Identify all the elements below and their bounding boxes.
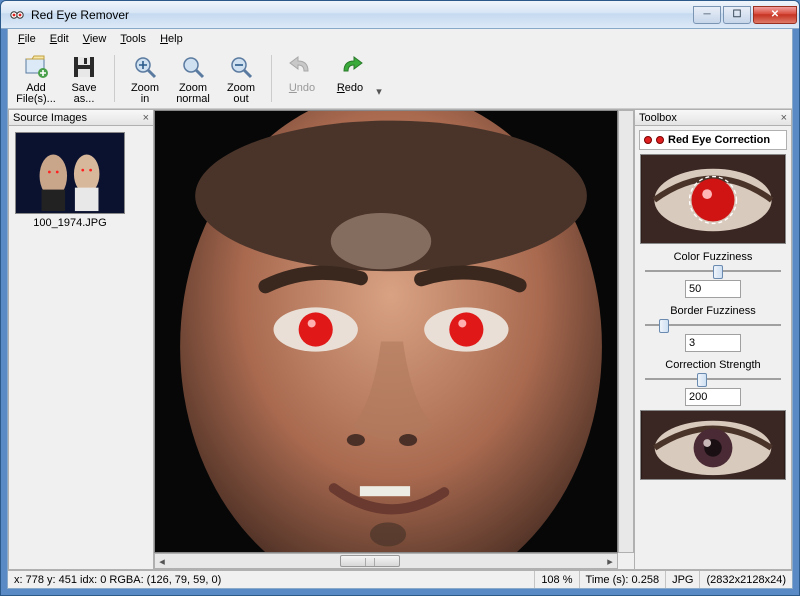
color-fuzziness-label: Color Fuzziness (639, 251, 787, 263)
toolbox-label: Toolbox (639, 112, 677, 124)
toolbox-panel: Toolbox × Red Eye Correction (634, 109, 792, 570)
horizontal-scrollbar[interactable]: ◂ ▸ (154, 553, 618, 569)
correction-strength-param: Correction Strength (639, 356, 787, 406)
statusbar: x: 778 y: 451 idx: 0 RGBA: (126, 79, 59,… (8, 570, 792, 588)
border-fuzziness-slider[interactable] (645, 318, 781, 332)
close-panel-icon[interactable]: × (143, 112, 149, 124)
thumbnail-filename: 100_1974.JPG (15, 217, 125, 229)
tool-header[interactable]: Red Eye Correction (639, 130, 787, 150)
close-button[interactable]: ✕ (753, 6, 797, 24)
redo-icon (336, 53, 364, 81)
zoom-out-label: Zoom out (227, 83, 255, 105)
status-cursor: x: 778 y: 451 idx: 0 RGBA: (126, 79, 59,… (8, 571, 534, 588)
border-fuzziness-label: Border Fuzziness (639, 305, 787, 317)
color-fuzziness-input[interactable] (685, 280, 741, 298)
status-format: JPG (665, 571, 699, 588)
border-fuzziness-input[interactable] (685, 334, 741, 352)
zoom-in-icon (131, 53, 159, 81)
correction-strength-slider[interactable] (645, 372, 781, 386)
thumbnail-image (15, 132, 125, 214)
zoom-normal-icon (179, 53, 207, 81)
toolbox-title: Toolbox × (635, 110, 791, 126)
save-as-label: Save as... (71, 83, 96, 105)
scroll-right-icon[interactable]: ▸ (603, 554, 617, 568)
add-files-label: Add File(s)... (16, 83, 56, 105)
app-icon (9, 7, 25, 23)
undo-label: Undo (289, 83, 315, 94)
floppy-icon (70, 53, 98, 81)
correction-strength-input[interactable] (685, 388, 741, 406)
color-fuzziness-slider[interactable] (645, 264, 781, 278)
tool-name: Red Eye Correction (668, 134, 770, 146)
redo-label: Redo (337, 83, 363, 94)
status-zoom: 108 % (534, 571, 578, 588)
menu-file[interactable]: File (12, 31, 42, 47)
zoom-normal-label: Zoom normal (176, 83, 210, 105)
titlebar[interactable]: Red Eye Remover ─ ☐ ✕ (1, 1, 799, 29)
close-toolbox-icon[interactable]: × (781, 112, 787, 124)
zoom-in-button[interactable]: Zoom in (121, 51, 169, 106)
window-title: Red Eye Remover (31, 8, 693, 22)
menubar: File Edit View Tools Help (8, 29, 792, 49)
minimize-button[interactable]: ─ (693, 6, 721, 24)
toolbar-overflow[interactable]: ▾ (374, 51, 384, 106)
add-file-icon (22, 53, 50, 81)
scroll-thumb[interactable] (340, 555, 400, 567)
after-preview (640, 410, 786, 480)
menu-edit[interactable]: Edit (44, 31, 75, 47)
canvas-panel: ◂ ▸ (154, 109, 634, 570)
before-preview (640, 154, 786, 244)
menu-help[interactable]: Help (154, 31, 189, 47)
zoom-out-icon (227, 53, 255, 81)
scroll-left-icon[interactable]: ◂ (155, 554, 169, 568)
save-as-button[interactable]: Save as... (60, 51, 108, 106)
toolbar: Add File(s)... Save as... Zoom in Zoom n… (8, 49, 792, 109)
status-dimensions: (2832x2128x24) (699, 571, 792, 588)
redeye-icon (656, 136, 664, 144)
redo-button[interactable]: Redo (326, 51, 374, 106)
source-images-title: Source Images × (9, 110, 153, 126)
thumbnail-item[interactable]: 100_1974.JPG (15, 132, 125, 229)
zoom-out-button[interactable]: Zoom out (217, 51, 265, 106)
zoom-in-label: Zoom in (131, 83, 159, 105)
source-images-label: Source Images (13, 112, 87, 124)
status-time: Time (s): 0.258 (579, 571, 666, 588)
menu-tools[interactable]: Tools (114, 31, 152, 47)
image-canvas[interactable] (154, 110, 618, 553)
undo-icon (288, 53, 316, 81)
redeye-icon (644, 136, 652, 144)
correction-strength-label: Correction Strength (639, 359, 787, 371)
undo-button[interactable]: Undo (278, 51, 326, 106)
color-fuzziness-param: Color Fuzziness (639, 248, 787, 298)
border-fuzziness-param: Border Fuzziness (639, 302, 787, 352)
source-images-panel: Source Images × (8, 109, 154, 570)
maximize-button[interactable]: ☐ (723, 6, 751, 24)
menu-view[interactable]: View (77, 31, 113, 47)
add-files-button[interactable]: Add File(s)... (12, 51, 60, 106)
vertical-scrollbar[interactable] (618, 110, 634, 553)
zoom-normal-button[interactable]: Zoom normal (169, 51, 217, 106)
